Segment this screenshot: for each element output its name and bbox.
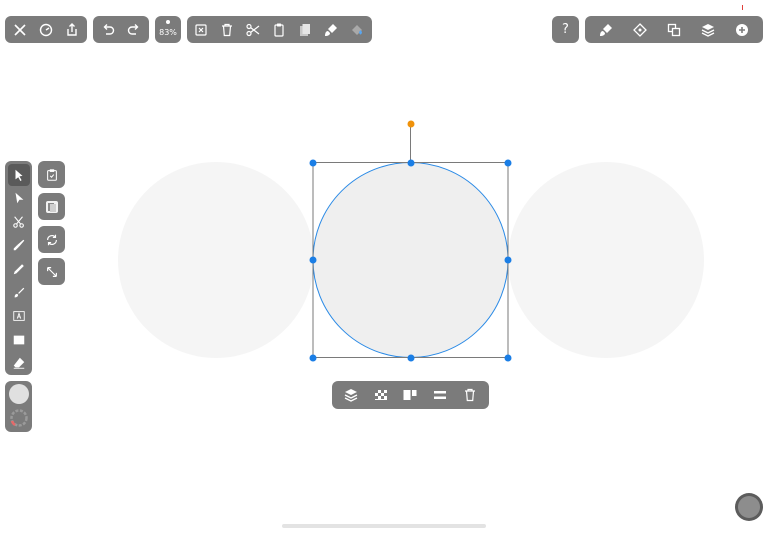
floating-action-button[interactable]: [735, 493, 763, 521]
align-icon: [403, 390, 417, 400]
trash-icon: [465, 388, 476, 402]
context-layers-button[interactable]: [338, 382, 364, 408]
context-delete-button[interactable]: [457, 382, 483, 408]
home-indicator: [282, 524, 486, 528]
resize-handle-top-right[interactable]: [504, 159, 512, 166]
rotation-handle[interactable]: [407, 120, 414, 127]
selected-circle[interactable]: [312, 162, 509, 358]
resize-handle-top[interactable]: [407, 159, 414, 166]
resize-handle-bottom-left[interactable]: [309, 354, 317, 361]
distribute-icon: [434, 391, 447, 399]
context-transparency-button[interactable]: [368, 382, 394, 408]
resize-handle-right[interactable]: [504, 256, 512, 264]
context-align-button[interactable]: [397, 382, 423, 408]
context-distribute-button[interactable]: [427, 382, 453, 408]
selected-shape-layer: [312, 124, 509, 358]
resize-handle-bottom-right[interactable]: [504, 354, 512, 361]
selection-context-menu: [332, 381, 489, 409]
floating-button-core: [738, 496, 760, 518]
resize-handle-left[interactable]: [309, 256, 317, 264]
checker-icon: [374, 390, 387, 400]
layers-icon: [344, 389, 358, 402]
resize-handle-top-left[interactable]: [309, 159, 317, 166]
resize-handle-bottom[interactable]: [407, 354, 414, 361]
